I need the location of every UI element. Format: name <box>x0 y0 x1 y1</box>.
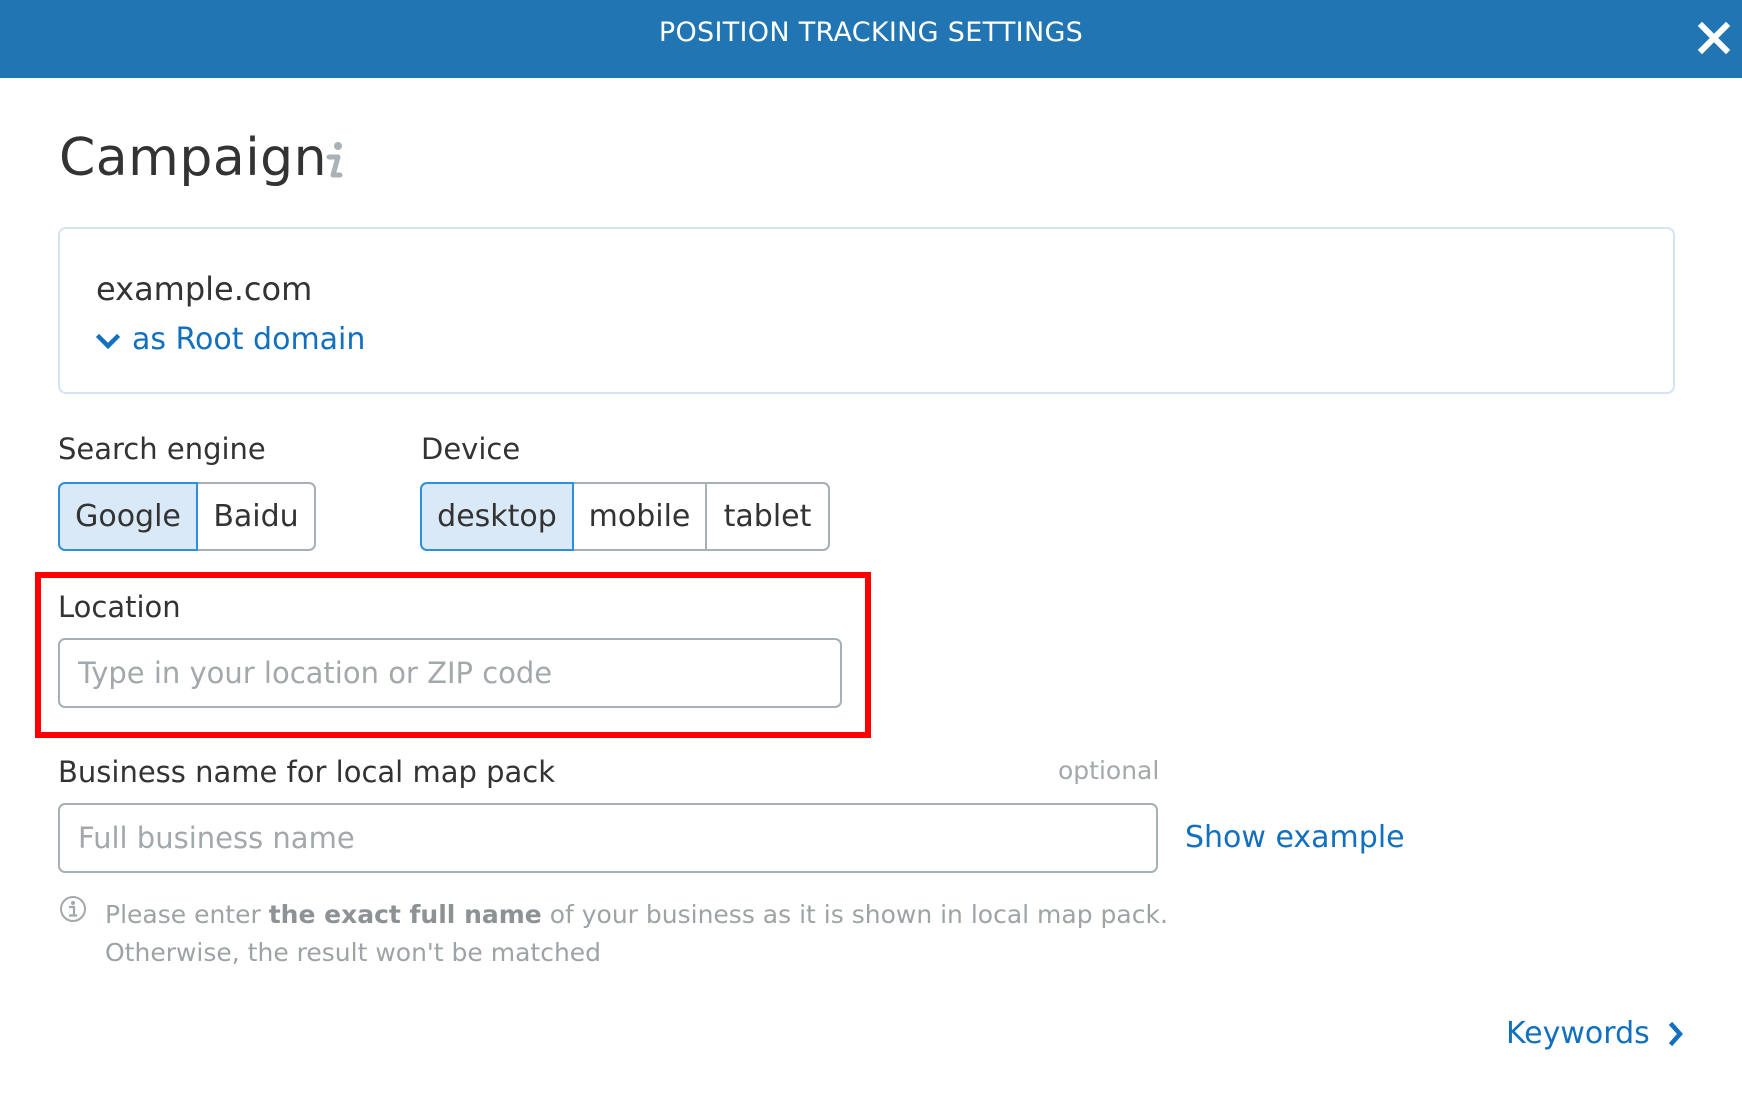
business-name-label: Business name for local map pack <box>58 755 556 789</box>
info-italic-icon[interactable] <box>322 140 348 184</box>
keywords-next-link[interactable]: Keywords <box>1506 1016 1684 1051</box>
business-name-input[interactable] <box>58 803 1158 873</box>
hint-prefix: Please enter <box>105 900 269 929</box>
hint-suffix: of your business as it is shown in local… <box>541 900 1168 929</box>
device-toggle: desktop mobile tablet <box>420 482 830 551</box>
domain-type-dropdown[interactable]: as Root domain <box>96 322 365 357</box>
hint-bold: the exact full name <box>268 900 542 929</box>
location-input[interactable] <box>58 638 842 708</box>
search-engine-label: Search engine <box>58 432 266 466</box>
search-engine-toggle: Google Baidu <box>58 482 316 551</box>
location-label: Location <box>58 590 181 624</box>
keywords-next-label: Keywords <box>1506 1016 1650 1051</box>
device-tablet[interactable]: tablet <box>707 482 830 551</box>
dialog-title: POSITION TRACKING SETTINGS <box>658 17 1084 48</box>
dialog-header: POSITION TRACKING SETTINGS <box>0 0 1742 78</box>
chevron-right-icon <box>1668 1021 1683 1046</box>
domain-card <box>58 227 1675 394</box>
device-label: Device <box>421 432 521 466</box>
device-mobile[interactable]: mobile <box>574 482 707 551</box>
search-engine-google[interactable]: Google <box>58 482 198 551</box>
domain-type-label: as Root domain <box>132 322 366 357</box>
search-engine-baidu[interactable]: Baidu <box>198 482 316 551</box>
hint-line-2: Otherwise, the result won't be matched <box>105 938 602 967</box>
show-example-link[interactable]: Show example <box>1185 820 1405 855</box>
optional-label: optional <box>1058 756 1160 785</box>
close-icon <box>1697 21 1731 55</box>
device-desktop[interactable]: desktop <box>420 482 574 551</box>
business-name-hint: Please enter the exact full name of your… <box>105 896 1205 972</box>
close-button[interactable] <box>1690 14 1738 62</box>
page-title: Campaign <box>59 128 328 188</box>
chevron-down-icon <box>96 333 120 349</box>
domain-name: example.com <box>96 270 313 308</box>
info-circle-icon <box>60 896 86 922</box>
